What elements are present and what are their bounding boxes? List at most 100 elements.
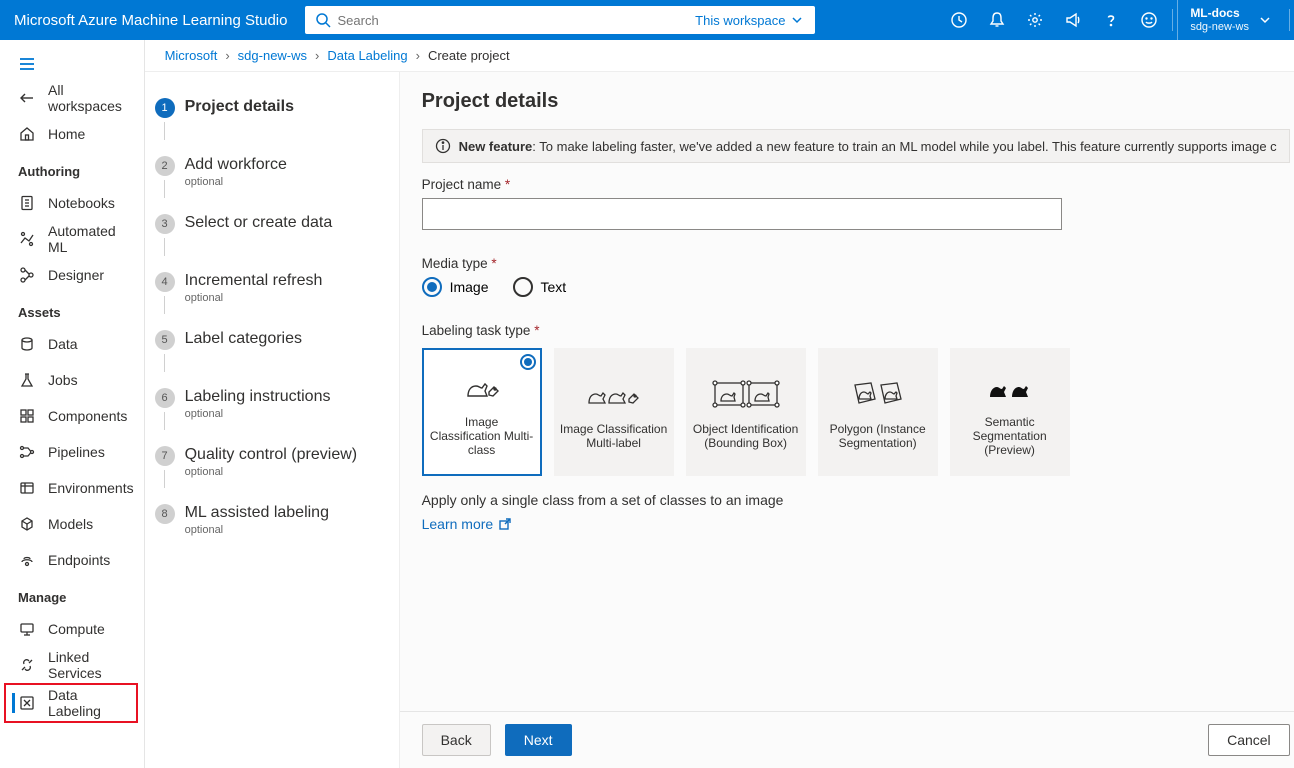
- sidebar-item-linked-services[interactable]: Linked Services: [0, 647, 144, 683]
- gear-icon[interactable]: [1016, 0, 1054, 40]
- account-name: ML-docs: [1190, 6, 1249, 20]
- highlight-annotation: Data Labeling: [4, 683, 138, 723]
- help-icon[interactable]: [1092, 0, 1130, 40]
- sidebar-item-label: Environments: [48, 480, 134, 496]
- wizard-step[interactable]: 5 Label categories: [155, 324, 389, 382]
- sidebar-item-environments[interactable]: Environments: [0, 470, 144, 506]
- breadcrumb-ws[interactable]: sdg-new-ws: [238, 48, 307, 63]
- media-type-label: Media type *: [422, 256, 1290, 271]
- header-icon-bar: ML-docs sdg-new-ws: [940, 0, 1294, 40]
- account-workspace: sdg-new-ws: [1190, 21, 1249, 34]
- wizard-step[interactable]: 1 Project details: [155, 92, 389, 150]
- cancel-button[interactable]: Cancel: [1208, 724, 1290, 756]
- breadcrumb-section[interactable]: Data Labeling: [327, 48, 407, 63]
- learn-more-link[interactable]: Learn more: [422, 516, 514, 532]
- wizard-step[interactable]: 4 Incremental refresh optional: [155, 266, 389, 324]
- info-banner-title: New feature: [459, 139, 533, 154]
- project-name-input[interactable]: [422, 198, 1062, 230]
- sidebar-item-jobs[interactable]: Jobs: [0, 362, 144, 398]
- task-type-card[interactable]: Semantic Segmentation (Preview): [950, 348, 1070, 476]
- info-banner: New feature: To make labeling faster, we…: [422, 129, 1290, 163]
- search-scope-dropdown[interactable]: This workspace: [685, 12, 815, 28]
- sidebar-item-home[interactable]: Home: [0, 116, 144, 152]
- sidebar-item-label: Home: [48, 126, 85, 142]
- sidebar-item-notebooks[interactable]: Notebooks: [0, 185, 144, 221]
- sidebar-item-designer[interactable]: Designer: [0, 257, 144, 293]
- back-button[interactable]: Back: [422, 724, 491, 756]
- search-icon: [305, 12, 337, 28]
- sidebar-item-label: All workspaces: [48, 82, 134, 114]
- chevron-right-icon: ›: [315, 48, 319, 63]
- separator: [1289, 9, 1290, 31]
- sidebar-section-manage: Manage: [0, 578, 144, 611]
- task-card-label: Semantic Segmentation (Preview): [956, 415, 1064, 457]
- wizard-form: Project details New feature: To make lab…: [400, 72, 1294, 768]
- search-input[interactable]: [337, 7, 685, 33]
- megaphone-icon[interactable]: [1054, 0, 1092, 40]
- wizard-step[interactable]: 2 Add workforce optional: [155, 150, 389, 208]
- account-menu[interactable]: ML-docs sdg-new-ws: [1177, 0, 1285, 40]
- task-icon: [460, 367, 504, 407]
- wizard-step[interactable]: 6 Labeling instructions optional: [155, 382, 389, 440]
- step-optional-label: optional: [185, 524, 329, 536]
- step-optional-label: optional: [185, 292, 323, 304]
- search-box[interactable]: This workspace: [305, 6, 815, 34]
- task-type-card[interactable]: Image Classification Multi-class: [422, 348, 542, 476]
- task-type-card[interactable]: Image Classification Multi-label: [554, 348, 674, 476]
- sidebar-item-label: Endpoints: [48, 552, 110, 568]
- wizard-steps: 1 Project details 2 Add workforce option…: [145, 72, 400, 768]
- sidebar-item-automated-ml[interactable]: Automated ML: [0, 221, 144, 257]
- external-link-icon: [497, 516, 513, 532]
- step-number-icon: 4: [155, 272, 175, 292]
- task-card-label: Polygon (Instance Segmentation): [824, 422, 932, 450]
- task-type-card[interactable]: Polygon (Instance Segmentation): [818, 348, 938, 476]
- wizard-footer: Back Next Cancel: [400, 711, 1294, 768]
- sidebar-item-data-labeling[interactable]: Data Labeling: [6, 685, 136, 721]
- label-icon: [18, 694, 36, 712]
- sidebar-item-data[interactable]: Data: [0, 326, 144, 362]
- task-icon: [849, 374, 907, 414]
- bell-icon[interactable]: [978, 0, 1016, 40]
- step-connector: [164, 470, 165, 488]
- step-title: Labeling instructions: [185, 388, 331, 406]
- media-type-image-radio[interactable]: Image: [422, 277, 489, 297]
- task-type-label: Labeling task type *: [422, 323, 1290, 338]
- info-icon: [435, 138, 451, 154]
- components-icon: [18, 407, 36, 425]
- step-number-icon: 8: [155, 504, 175, 524]
- wizard-step[interactable]: 8 ML assisted labeling optional: [155, 498, 389, 542]
- chevron-down-icon: [1257, 12, 1273, 28]
- global-header: Microsoft Azure Machine Learning Studio …: [0, 0, 1294, 40]
- sidebar-item-label: Jobs: [48, 372, 78, 388]
- feedback-icon[interactable]: [1130, 0, 1168, 40]
- next-button[interactable]: Next: [505, 724, 572, 756]
- sidebar-item-all-workspaces[interactable]: All workspaces: [0, 80, 144, 116]
- sidebar-item-endpoints[interactable]: Endpoints: [0, 542, 144, 578]
- media-type-text-radio[interactable]: Text: [513, 277, 567, 297]
- chevron-down-icon: [789, 12, 805, 28]
- automl-icon: [18, 230, 36, 248]
- sidebar-item-compute[interactable]: Compute: [0, 611, 144, 647]
- clock-icon[interactable]: [940, 0, 978, 40]
- sidebar-item-pipelines[interactable]: Pipelines: [0, 434, 144, 470]
- step-optional-label: optional: [185, 176, 287, 188]
- task-icon: [711, 374, 781, 414]
- task-icon: [585, 374, 643, 414]
- separator: [1172, 9, 1173, 31]
- step-title: Incremental refresh: [185, 272, 323, 290]
- wizard-step[interactable]: 7 Quality control (preview) optional: [155, 440, 389, 498]
- breadcrumb: Microsoft › sdg-new-ws › Data Labeling ›…: [145, 40, 1294, 72]
- sidebar-item-models[interactable]: Models: [0, 506, 144, 542]
- breadcrumb-root[interactable]: Microsoft: [165, 48, 218, 63]
- step-number-icon: 1: [155, 98, 175, 118]
- wizard-step[interactable]: 3 Select or create data: [155, 208, 389, 266]
- step-number-icon: 5: [155, 330, 175, 350]
- step-connector: [164, 412, 165, 430]
- sidebar-item-label: Pipelines: [48, 444, 105, 460]
- product-title: Microsoft Azure Machine Learning Studio: [0, 12, 301, 29]
- sidebar-item-components[interactable]: Components: [0, 398, 144, 434]
- step-optional-label: optional: [185, 408, 331, 420]
- task-type-card[interactable]: Object Identification (Bounding Box): [686, 348, 806, 476]
- step-title: Project details: [185, 98, 294, 116]
- hamburger-button[interactable]: [0, 48, 144, 80]
